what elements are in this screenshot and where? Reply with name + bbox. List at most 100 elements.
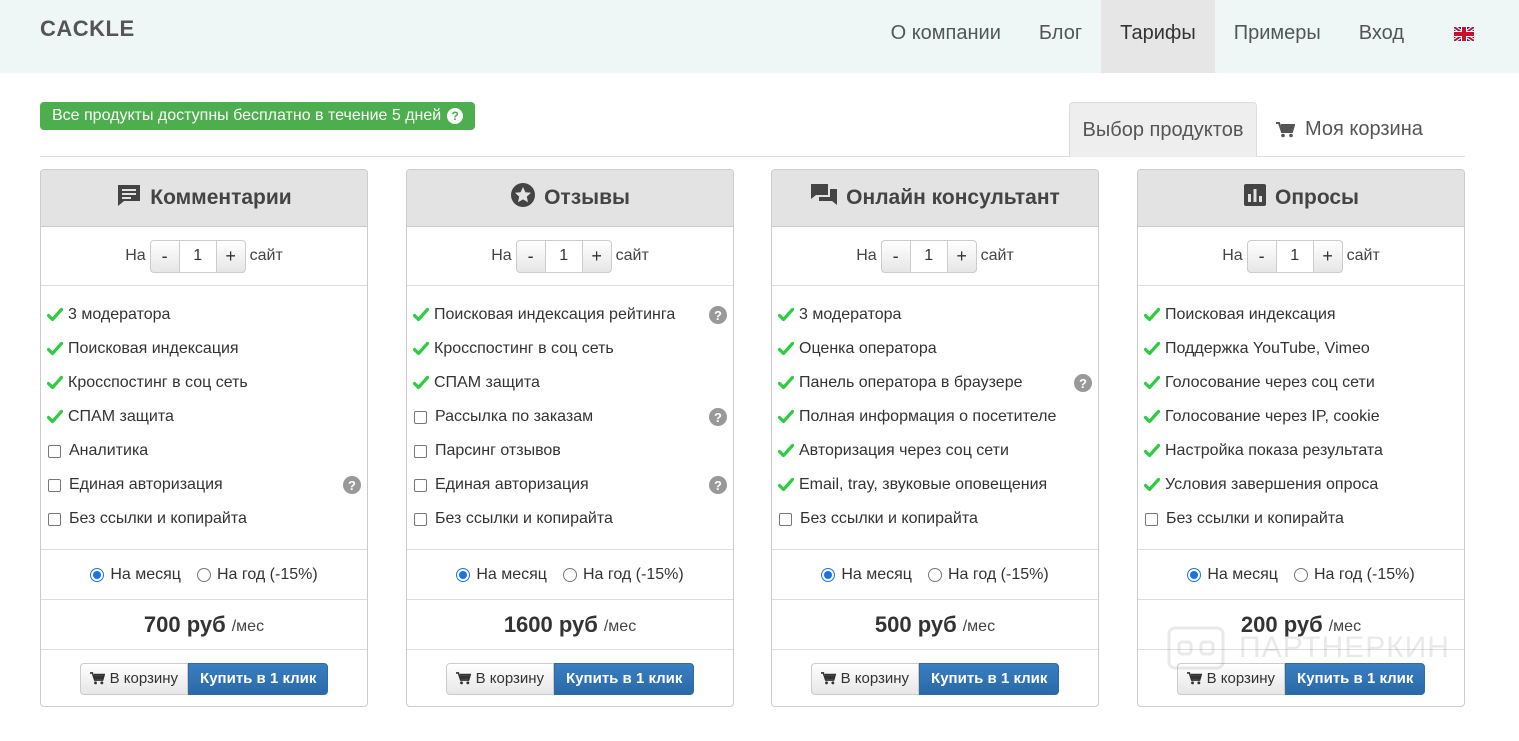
feature-checkbox[interactable] bbox=[414, 444, 427, 458]
check-icon bbox=[1144, 443, 1160, 459]
free-trial-badge: Все продукты доступны бесплатно в течени… bbox=[40, 102, 476, 130]
feature-item: Авторизация через соц сети bbox=[772, 434, 1098, 468]
radio-month[interactable] bbox=[1187, 567, 1202, 582]
question-circle-icon[interactable]: ? bbox=[447, 108, 464, 124]
question-circle-icon[interactable]: ? bbox=[709, 476, 727, 494]
radio-month[interactable] bbox=[456, 567, 471, 582]
nav-item-pricing[interactable]: Тарифы bbox=[1101, 0, 1215, 73]
period-year-option[interactable]: На год (-15%) bbox=[562, 566, 684, 584]
billing-period: На месяц На год (-15%) bbox=[772, 550, 1098, 600]
feature-label: Без ссылки и копирайта bbox=[800, 510, 978, 527]
feature-item: Голосование через IP, cookie bbox=[1138, 400, 1464, 434]
add-to-cart-button[interactable]: В корзину bbox=[445, 662, 555, 695]
feature-label: Кросспостинг в соц сеть bbox=[434, 340, 614, 357]
brand-logo[interactable]: CACKLE bbox=[40, 16, 135, 42]
feature-item: 3 модератора bbox=[772, 298, 1098, 332]
feature-label: Без ссылки и копирайта bbox=[69, 510, 247, 527]
feature-checkbox[interactable] bbox=[1145, 512, 1158, 526]
buy-one-click-button[interactable]: Купить в 1 клик bbox=[188, 662, 329, 695]
quantity-field[interactable]: 1 bbox=[179, 239, 216, 273]
feature-item: Без ссылки и копирайта bbox=[407, 502, 733, 536]
radio-month[interactable] bbox=[821, 567, 836, 582]
pricing-card: Онлайн консультант На - 1 + сайт 3 модер… bbox=[771, 169, 1099, 707]
main-nav: О компании Блог Тарифы Примеры Вход bbox=[872, 0, 1519, 73]
increment-button[interactable]: + bbox=[1312, 239, 1343, 273]
comment-icon bbox=[116, 183, 142, 213]
period-year-option[interactable]: На год (-15%) bbox=[196, 565, 318, 584]
check-icon bbox=[778, 443, 794, 459]
language-switch[interactable] bbox=[1423, 0, 1519, 73]
add-to-cart-button[interactable]: В корзину bbox=[1176, 662, 1286, 695]
nav-item-blog[interactable]: Блог bbox=[1020, 0, 1101, 73]
quantity-field[interactable]: 1 bbox=[910, 239, 947, 273]
decrement-button[interactable]: - bbox=[1246, 239, 1277, 273]
buy-one-click-button[interactable]: Купить в 1 клик bbox=[919, 662, 1060, 695]
card-actions: В корзину Купить в 1 клик bbox=[772, 650, 1098, 707]
feature-item: Парсинг отзывов bbox=[407, 434, 733, 468]
period-year-option[interactable]: На год (-15%) bbox=[1293, 565, 1415, 584]
card-header: Комментарии bbox=[41, 170, 367, 227]
period-month-option[interactable]: На месяц bbox=[1187, 566, 1278, 584]
site-quantity-row: На - 1 + сайт bbox=[1138, 227, 1464, 286]
price-value: 700 руб bbox=[143, 611, 226, 637]
feature-checkbox[interactable] bbox=[48, 512, 61, 526]
feature-item: Поисковая индексация bbox=[1138, 298, 1464, 332]
price-row: 500 руб /мес bbox=[772, 600, 1098, 650]
quantity-field[interactable]: 1 bbox=[545, 239, 582, 273]
radio-year[interactable] bbox=[1293, 567, 1308, 582]
price-unit: /мес bbox=[962, 617, 996, 635]
nav-item-login[interactable]: Вход bbox=[1340, 0, 1423, 73]
buy-one-click-button[interactable]: Купить в 1 клик bbox=[554, 662, 695, 695]
price-unit: /мес bbox=[231, 617, 265, 635]
feature-item: Условия завершения опроса bbox=[1138, 468, 1464, 502]
feature-label: Единая авторизация bbox=[435, 476, 589, 493]
decrement-button[interactable]: - bbox=[149, 239, 180, 273]
nav-item-about[interactable]: О компании bbox=[872, 0, 1020, 73]
quantity-field[interactable]: 1 bbox=[1276, 239, 1313, 273]
radio-year[interactable] bbox=[927, 567, 942, 582]
question-circle-icon[interactable]: ? bbox=[709, 408, 727, 426]
decrement-button[interactable]: - bbox=[880, 239, 911, 273]
add-to-cart-button[interactable]: В корзину bbox=[810, 662, 920, 695]
radio-year[interactable] bbox=[562, 567, 577, 582]
feature-item: Кросспостинг в соц сеть bbox=[41, 366, 367, 400]
period-month-label: На месяц bbox=[841, 565, 912, 583]
feature-checkbox[interactable] bbox=[48, 478, 61, 492]
qty-suffix: сайт bbox=[980, 247, 1014, 264]
question-circle-icon[interactable]: ? bbox=[343, 476, 361, 494]
period-year-label: На год (-15%) bbox=[1313, 565, 1415, 583]
increment-button[interactable]: + bbox=[581, 239, 612, 273]
feature-list: Поисковая индексация рейтинга ? Кросспос… bbox=[407, 286, 733, 550]
feature-checkbox[interactable] bbox=[414, 478, 427, 492]
price-value: 1600 руб bbox=[503, 611, 598, 637]
feature-list: Поисковая индексация Поддержка YouTube, … bbox=[1138, 286, 1464, 550]
feature-label: Без ссылки и копирайта bbox=[435, 510, 613, 527]
card-header: Онлайн консультант bbox=[772, 170, 1098, 227]
radio-year[interactable] bbox=[196, 567, 211, 582]
question-circle-icon[interactable]: ? bbox=[1074, 374, 1092, 392]
period-month-option[interactable]: На месяц bbox=[90, 566, 181, 584]
add-to-cart-button[interactable]: В корзину bbox=[79, 662, 189, 695]
decrement-button[interactable]: - bbox=[515, 239, 546, 273]
feature-item: Панель оператора в браузере ? bbox=[772, 366, 1098, 400]
increment-button[interactable]: + bbox=[946, 239, 977, 273]
feature-checkbox[interactable] bbox=[414, 410, 427, 424]
period-year-option[interactable]: На год (-15%) bbox=[927, 566, 1049, 584]
feature-item: Без ссылки и копирайта bbox=[41, 502, 367, 536]
period-month-option[interactable]: На месяц bbox=[456, 566, 547, 584]
buy-one-click-button[interactable]: Купить в 1 клик bbox=[1285, 662, 1426, 695]
tab-my-cart[interactable]: Моя корзина bbox=[1276, 102, 1423, 157]
period-year-label: На год (-15%) bbox=[216, 565, 318, 583]
period-month-option[interactable]: На месяц bbox=[821, 566, 912, 584]
nav-item-examples[interactable]: Примеры bbox=[1215, 0, 1340, 73]
period-month-label: На месяц bbox=[476, 565, 547, 583]
check-icon bbox=[47, 375, 63, 391]
feature-checkbox[interactable] bbox=[779, 512, 792, 526]
increment-button[interactable]: + bbox=[215, 239, 246, 273]
feature-checkbox[interactable] bbox=[48, 444, 61, 458]
bar-chart-icon bbox=[1243, 183, 1267, 213]
tab-product-selection[interactable]: Выбор продуктов bbox=[1069, 102, 1257, 157]
radio-month[interactable] bbox=[90, 567, 105, 582]
question-circle-icon[interactable]: ? bbox=[709, 306, 727, 324]
feature-checkbox[interactable] bbox=[414, 512, 427, 526]
